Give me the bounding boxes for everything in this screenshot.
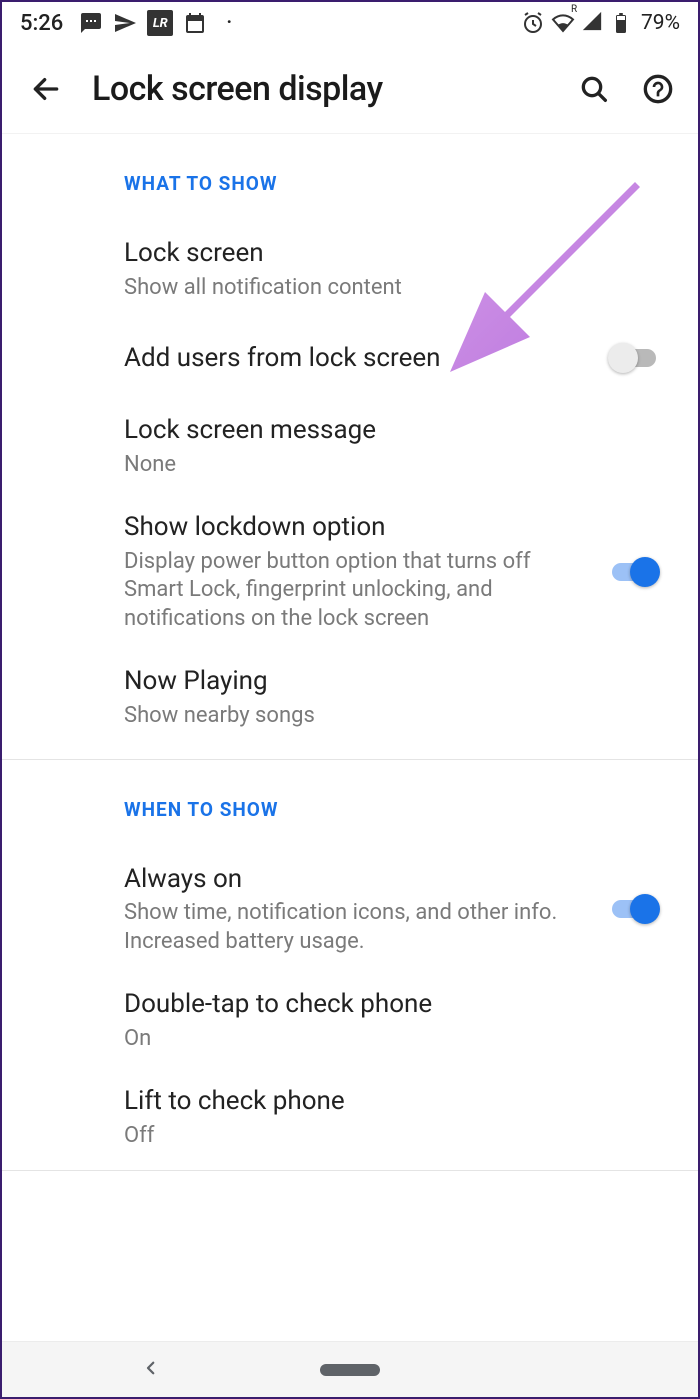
dot-icon: · [217, 11, 241, 35]
row-title: Lock screen message [124, 414, 660, 447]
row-title: Now Playing [124, 665, 660, 698]
row-subtitle: Show nearby songs [124, 702, 660, 731]
toggle-add-users[interactable] [608, 343, 660, 373]
section-header-what: WHAT TO SHOW [2, 162, 698, 221]
nav-home-pill[interactable] [320, 1364, 380, 1376]
row-now-playing[interactable]: Now Playing Show nearby songs [2, 649, 698, 746]
row-always-on[interactable]: Always on Show time, notification icons,… [2, 847, 698, 973]
help-button[interactable] [640, 71, 676, 107]
wifi-icon [551, 11, 575, 35]
row-title: Show lockdown option [124, 511, 592, 544]
section-when-to-show: WHEN TO SHOW Always on Show time, notifi… [2, 760, 698, 1172]
settings-list: WHAT TO SHOW Lock screen Show all notifi… [2, 134, 698, 1341]
toggle-always-on[interactable] [608, 894, 660, 924]
alarm-icon [521, 11, 545, 35]
row-title: Lock screen [124, 237, 660, 270]
row-subtitle: None [124, 451, 660, 480]
lr-icon: LR [147, 10, 173, 36]
row-subtitle: Display power button option that turns o… [124, 548, 592, 634]
status-bar: 5:26 LR · R 79% [2, 2, 698, 44]
sms-icon [79, 11, 103, 35]
row-add-users[interactable]: Add users from lock screen [2, 318, 698, 398]
system-nav-bar [2, 1341, 698, 1397]
row-lock-screen[interactable]: Lock screen Show all notification conten… [2, 221, 698, 318]
row-subtitle: On [124, 1025, 660, 1054]
row-subtitle: Show time, notification icons, and other… [124, 899, 592, 956]
page-title: Lock screen display [92, 69, 548, 109]
row-title: Add users from lock screen [124, 342, 592, 375]
telegram-icon [113, 11, 137, 35]
row-title: Lift to check phone [124, 1085, 660, 1118]
toggle-lockdown[interactable] [608, 557, 660, 587]
section-header-when: WHEN TO SHOW [2, 788, 698, 847]
row-lock-screen-message[interactable]: Lock screen message None [2, 398, 698, 495]
row-lift[interactable]: Lift to check phone Off [2, 1069, 698, 1166]
row-double-tap[interactable]: Double-tap to check phone On [2, 972, 698, 1069]
row-show-lockdown[interactable]: Show lockdown option Display power butto… [2, 495, 698, 649]
search-button[interactable] [576, 71, 612, 107]
section-what-to-show: WHAT TO SHOW Lock screen Show all notifi… [2, 134, 698, 760]
row-subtitle: Off [124, 1122, 660, 1151]
calendar-icon [183, 11, 207, 35]
battery-percent: 79% [641, 11, 680, 35]
signal-roaming-icon: R [581, 10, 603, 37]
app-bar: Lock screen display [2, 44, 698, 134]
row-title: Double-tap to check phone [124, 988, 660, 1021]
nav-back-button[interactable] [142, 1359, 160, 1381]
back-button[interactable] [28, 71, 64, 107]
battery-icon [609, 11, 633, 35]
row-subtitle: Show all notification content [124, 274, 660, 303]
row-title: Always on [124, 863, 592, 896]
status-time: 5:26 [20, 11, 63, 36]
